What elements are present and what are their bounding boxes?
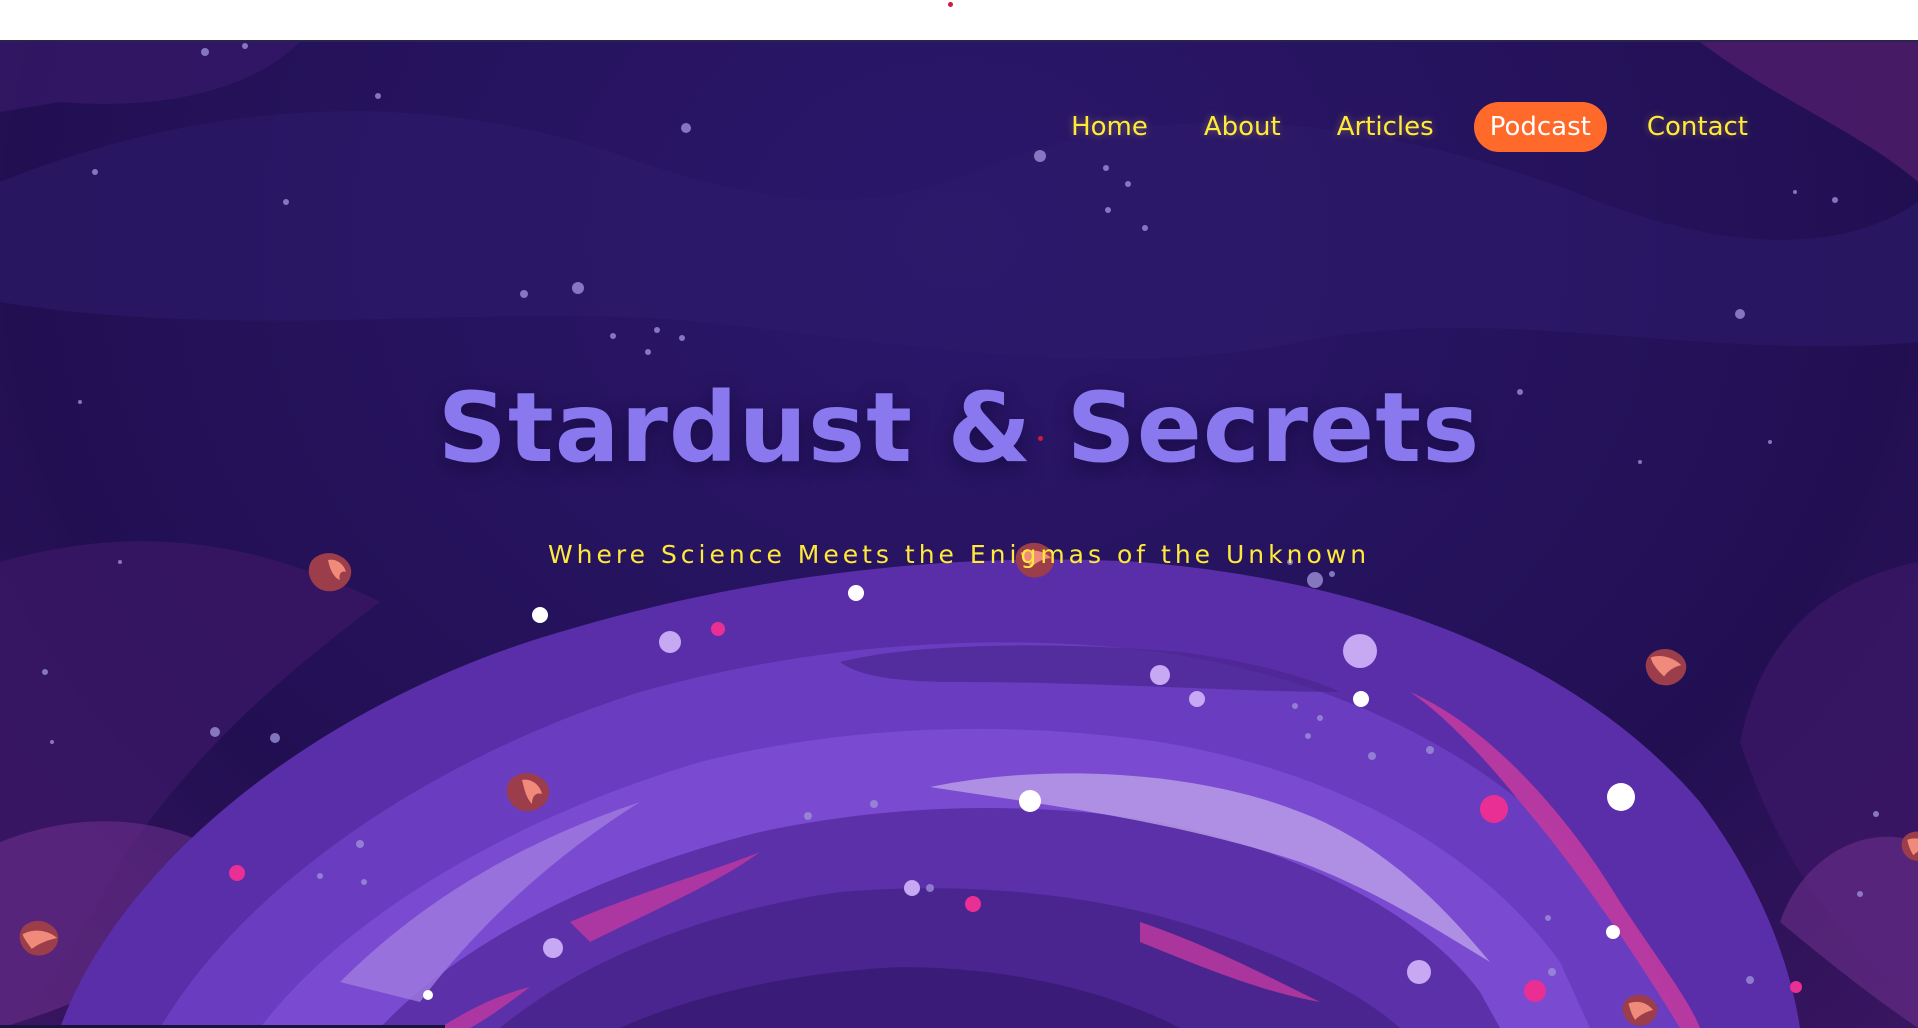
hero-title: Stardust & Secrets <box>437 372 1481 484</box>
red-dot-marker <box>948 2 953 7</box>
asteroid-icon <box>1622 994 1658 1026</box>
main-navigation: Home About Articles Podcast Contact <box>1055 102 1764 152</box>
red-dot-marker <box>1038 436 1043 441</box>
nav-podcast-link[interactable]: Podcast <box>1473 102 1607 152</box>
hero-section: Home About Articles Podcast Contact Star… <box>0 42 1918 1028</box>
nav-home-link[interactable]: Home <box>1055 102 1164 152</box>
galaxy-illustration <box>0 42 1918 1028</box>
nav-contact-link[interactable]: Contact <box>1631 102 1764 152</box>
asteroid-icon <box>1645 649 1687 686</box>
asteroid-icon <box>506 773 550 812</box>
hero-subtitle: Where Science Meets the Enigmas of the U… <box>547 540 1371 569</box>
nav-about-link[interactable]: About <box>1188 102 1297 152</box>
browser-top-strip <box>0 0 1918 42</box>
asteroid-icon <box>19 920 59 956</box>
nav-articles-link[interactable]: Articles <box>1321 102 1450 152</box>
asteroid-icon <box>1901 831 1918 861</box>
